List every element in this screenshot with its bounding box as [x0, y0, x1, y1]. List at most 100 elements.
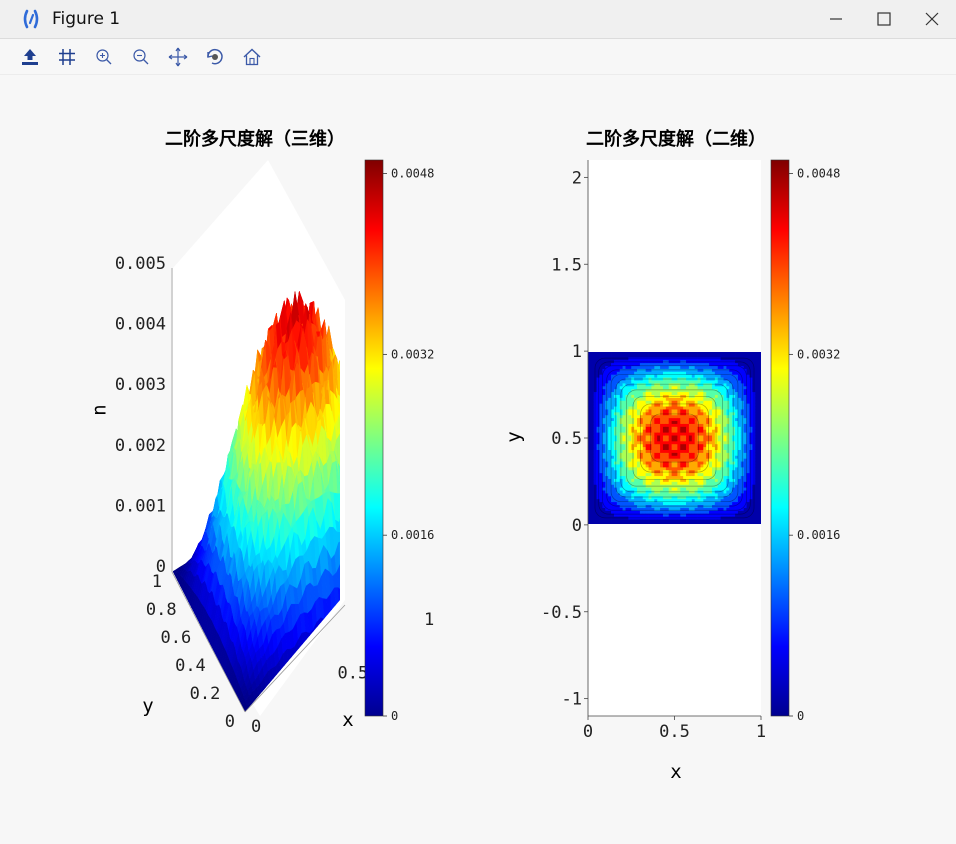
contour-cell	[689, 476, 692, 479]
contour-cell	[698, 406, 701, 409]
contour-cell	[594, 493, 597, 496]
contour-cell	[700, 406, 703, 409]
contour-cell	[591, 403, 594, 406]
minimize-button[interactable]	[812, 0, 860, 38]
contour-cell	[700, 397, 703, 400]
contour-cell	[686, 447, 689, 450]
contour-cell	[695, 406, 698, 409]
zoom-in-button[interactable]	[90, 43, 117, 71]
contour-cell	[611, 452, 614, 455]
contour-cell	[657, 502, 660, 505]
contour-cell	[649, 374, 652, 377]
contour-cell	[715, 424, 718, 427]
contour-cell	[680, 438, 683, 441]
contour-cell	[588, 395, 591, 398]
contour-cell	[669, 389, 672, 392]
contour-cell	[651, 354, 654, 357]
contour-cell	[660, 426, 663, 429]
contour-cell	[591, 461, 594, 464]
contour-cell	[700, 429, 703, 432]
contour-cell	[718, 412, 721, 415]
maximize-button[interactable]	[860, 0, 908, 38]
contour-cell	[703, 444, 706, 447]
contour-cell	[663, 392, 666, 395]
contour-cell	[643, 383, 646, 386]
contour-cell	[646, 400, 649, 403]
contour-cell	[715, 374, 718, 377]
contour-cell	[715, 461, 718, 464]
contour-cell	[628, 400, 631, 403]
rotate-button[interactable]	[201, 43, 228, 71]
contour-cell	[715, 357, 718, 360]
contour-cell	[666, 470, 669, 473]
contour-cell	[695, 450, 698, 453]
contour-cell	[646, 383, 649, 386]
surface-facet	[353, 472, 358, 504]
contour-cell	[700, 392, 703, 395]
contour-cell	[614, 519, 617, 522]
contour-cell	[597, 397, 600, 400]
surface-facet	[357, 440, 362, 451]
surface-facet	[359, 451, 364, 461]
pan-button[interactable]	[164, 43, 191, 71]
contour-cell	[605, 519, 608, 522]
contour-cell	[620, 438, 623, 441]
surface-facet	[388, 569, 393, 579]
contour-cell	[634, 441, 637, 444]
home-button[interactable]	[238, 43, 265, 71]
contour-cell	[666, 426, 669, 429]
contour-cell	[617, 455, 620, 458]
contour-cell	[623, 380, 626, 383]
contour-cell	[709, 496, 712, 499]
contour-cell	[695, 397, 698, 400]
surface-facet	[410, 595, 415, 599]
surface-facet	[307, 650, 312, 673]
contour-cell	[625, 450, 628, 453]
surface-facet	[346, 393, 351, 427]
surface-facet	[385, 525, 390, 546]
save-button[interactable]	[16, 43, 43, 71]
contour-cell	[591, 450, 594, 453]
contour-cell	[672, 447, 675, 450]
surface-facet	[360, 484, 365, 497]
contour-cell	[631, 481, 634, 484]
contour-cell	[677, 426, 680, 429]
contour-cell	[663, 487, 666, 490]
contour-cell	[715, 435, 718, 438]
contour-cell	[628, 418, 631, 421]
contour-cell	[706, 519, 709, 522]
contour-cell	[666, 374, 669, 377]
contour-cell	[672, 383, 675, 386]
grid-button[interactable]	[53, 43, 80, 71]
contour-cell	[677, 502, 680, 505]
contour-cell	[663, 444, 666, 447]
contour-cell	[643, 444, 646, 447]
contour-cell	[663, 455, 666, 458]
contour-cell	[686, 452, 689, 455]
contour-cell	[675, 441, 678, 444]
contour-cell	[703, 496, 706, 499]
contour-cell	[617, 400, 620, 403]
contour-cell	[709, 432, 712, 435]
contour-cell	[680, 464, 683, 467]
contour-cell	[666, 464, 669, 467]
surface-facet	[346, 473, 351, 477]
contour-cell	[623, 493, 626, 496]
contour-cell	[700, 496, 703, 499]
surface-facet	[390, 546, 395, 562]
close-button[interactable]	[908, 0, 956, 38]
contour-cell	[666, 467, 669, 470]
contour-cell	[617, 519, 620, 522]
contour-cell	[689, 450, 692, 453]
contour-cell	[683, 496, 686, 499]
surface-facet	[349, 582, 354, 604]
contour-cell	[715, 383, 718, 386]
contour-cell	[649, 467, 652, 470]
contour-cell	[683, 452, 686, 455]
contour-cell	[651, 386, 654, 389]
contour-cell	[703, 383, 706, 386]
surface-facet	[395, 558, 400, 572]
contour-cell	[712, 435, 715, 438]
contour-cell	[677, 487, 680, 490]
zoom-out-button[interactable]	[127, 43, 154, 71]
